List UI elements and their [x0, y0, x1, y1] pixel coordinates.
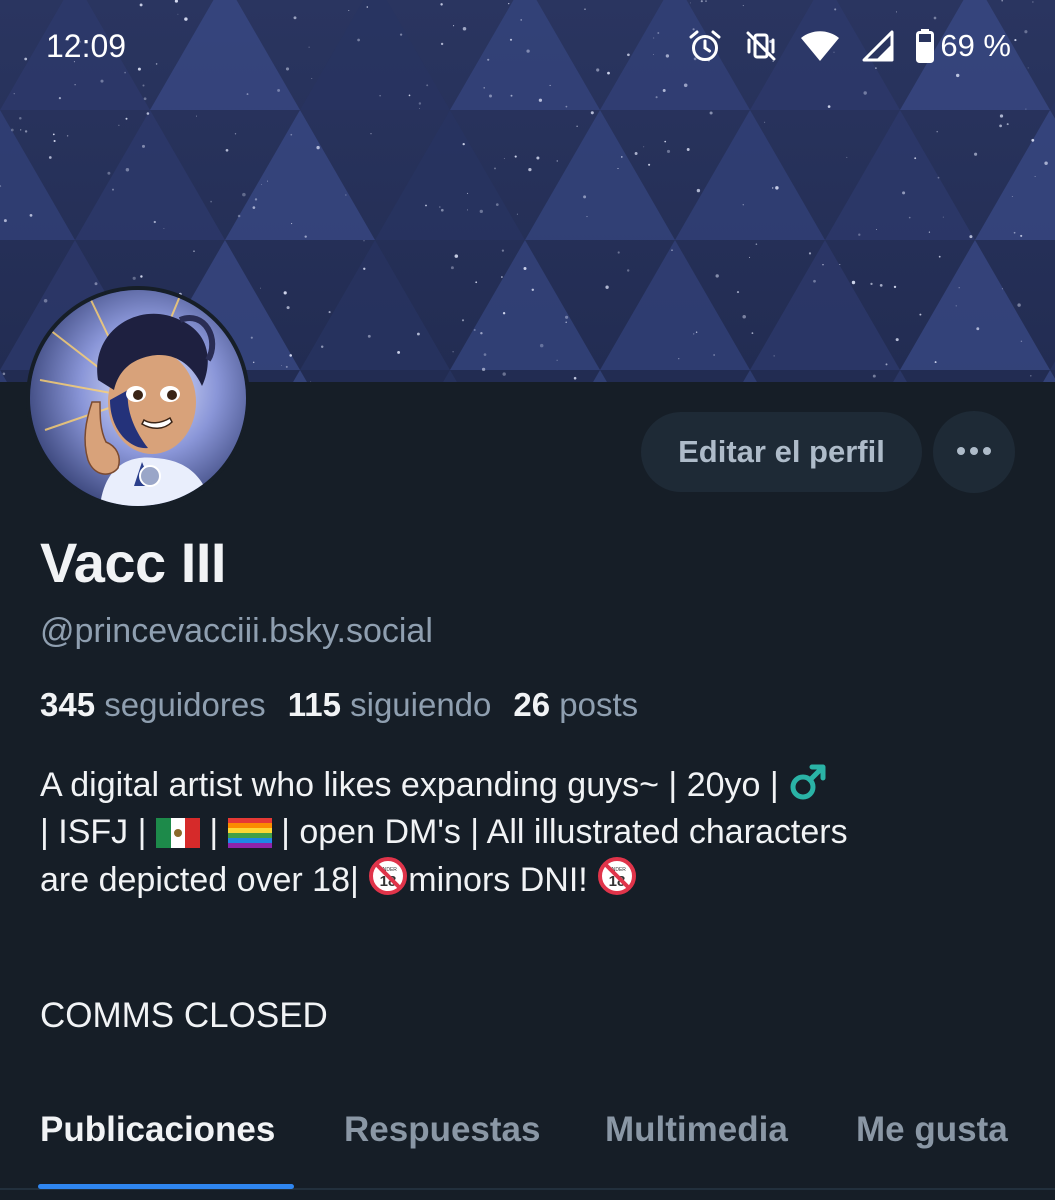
profile-handle: @princevacciii.bsky.social — [40, 612, 433, 650]
bio-line-3: are depicted over 18| UNDER 18 minors DN… — [40, 856, 1020, 904]
status-bar: 12:09 69 % — [0, 0, 1055, 92]
rainbow-flag-icon — [227, 813, 272, 851]
tab-multimedia[interactable]: Multimedia — [605, 1110, 788, 1150]
bio-line-1: A digital artist who likes expanding guy… — [40, 762, 1020, 809]
more-options-button[interactable] — [933, 411, 1015, 493]
active-tab-indicator — [38, 1184, 294, 1189]
followers-link[interactable]: 345 seguidores — [40, 686, 266, 723]
signal-icon — [862, 30, 894, 62]
alarm-icon — [688, 29, 722, 63]
following-count: 115 — [287, 686, 341, 723]
avatar[interactable] — [26, 286, 250, 510]
following-label: siguiendo — [350, 686, 492, 723]
battery-percent: 69 % — [940, 28, 1011, 63]
profile-bio: A digital artist who likes expanding guy… — [40, 762, 1020, 904]
mexico-flag-icon — [155, 813, 200, 851]
vibrate-off-icon — [744, 29, 778, 63]
followers-count: 345 — [40, 686, 96, 723]
tab-me-gusta[interactable]: Me gusta — [856, 1110, 1008, 1150]
edit-profile-button[interactable]: Editar el perfil — [641, 412, 922, 492]
followers-label: seguidores — [104, 686, 266, 723]
bio-line-2: | ISFJ | | | open DM's | All illustrated… — [40, 813, 848, 851]
posts-label: posts — [559, 686, 639, 723]
wifi-icon — [800, 30, 840, 62]
no-one-under-18-icon: UNDER 18 — [597, 857, 637, 899]
posts-count: 26 — [513, 686, 551, 723]
profile-tabs: Publicaciones Respuestas Multimedia Me g… — [0, 1100, 1055, 1200]
battery-icon — [916, 29, 935, 63]
battery-indicator: 69 % — [916, 28, 1011, 64]
more-horizontal-icon — [956, 443, 992, 461]
tab-respuestas[interactable]: Respuestas — [344, 1110, 540, 1150]
tab-publicaciones[interactable]: Publicaciones — [40, 1110, 275, 1150]
comms-status: COMMS CLOSED — [40, 996, 328, 1035]
status-time: 12:09 — [46, 28, 127, 64]
male-sign-icon — [788, 764, 828, 804]
status-icons: 69 % — [688, 26, 1011, 66]
profile-stats: 345 seguidores 115 siguiendo 26 posts — [40, 686, 638, 724]
following-link[interactable]: 115 siguiendo — [288, 686, 492, 723]
posts-stat: 26 posts — [513, 686, 638, 723]
no-one-under-18-icon: UNDER 18 — [368, 857, 408, 899]
display-name: Vacc III — [40, 531, 226, 594]
